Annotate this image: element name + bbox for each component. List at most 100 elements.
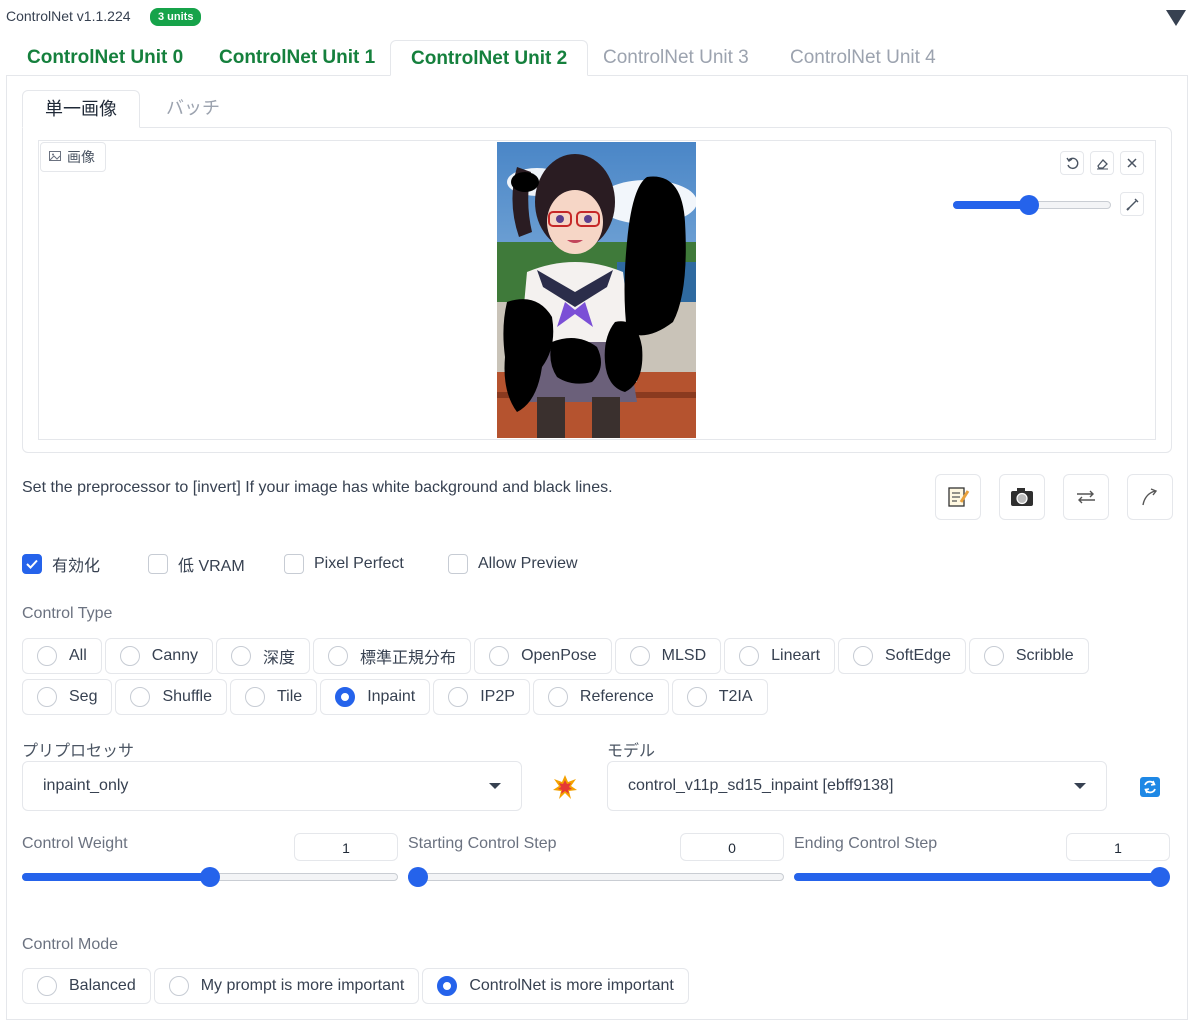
refresh-icon[interactable] xyxy=(1129,766,1171,808)
checkbox-unchecked[interactable] xyxy=(448,554,468,574)
radio-unselected[interactable] xyxy=(629,646,650,666)
close-icon[interactable] xyxy=(1120,151,1144,175)
uploaded-image xyxy=(497,142,696,438)
radio-unselected[interactable] xyxy=(119,646,140,666)
edit-icon[interactable] xyxy=(935,474,981,520)
control-mode-option-label: Balanced xyxy=(69,977,136,994)
slider-thumb[interactable] xyxy=(200,867,220,887)
explode-icon[interactable] xyxy=(544,766,586,808)
model-label: モデル xyxy=(607,743,656,760)
checkbox-unchecked[interactable] xyxy=(284,554,304,574)
brush-icon[interactable] xyxy=(1120,192,1144,216)
camera-icon[interactable] xyxy=(999,474,1045,520)
radio-unselected[interactable] xyxy=(37,976,57,996)
control-type-option[interactable]: Reference xyxy=(532,679,669,715)
control-type-option[interactable]: Shuffle xyxy=(115,679,227,715)
enable-checkbox[interactable]: 有効化 xyxy=(22,553,100,575)
control-type-option[interactable]: Inpaint xyxy=(320,679,431,715)
preprocessor-value: inpaint_only xyxy=(43,777,129,794)
low-vram-label: 低 VRAM xyxy=(178,558,245,575)
control-mode-option-label: My prompt is more important xyxy=(200,977,405,994)
control-type-row-1: All Canny 深度 標準正規分布 OpenPose MLSD Lineart SoftE… xyxy=(22,638,1089,674)
control-type-label: Control Type xyxy=(22,605,113,622)
undo-icon[interactable] xyxy=(1060,151,1084,175)
radio-unselected[interactable] xyxy=(686,687,707,707)
control-mode-option[interactable]: ControlNet is more important xyxy=(422,968,689,1004)
control-type-option-label: OpenPose xyxy=(521,647,597,664)
tab-unit-2[interactable]: ControlNet Unit 2 xyxy=(390,40,589,76)
slider-thumb[interactable] xyxy=(1150,867,1170,887)
ending-step-label: Ending Control Step xyxy=(794,835,938,852)
control-type-option[interactable]: Seg xyxy=(22,679,113,715)
control-mode-option-label: ControlNet is more important xyxy=(469,977,674,994)
pixel-perfect-checkbox[interactable]: Pixel Perfect xyxy=(284,553,404,575)
model-dropdown[interactable]: control_v11p_sd15_inpaint [ebff9138] xyxy=(607,761,1107,811)
preprocessor-dropdown[interactable]: inpaint_only xyxy=(22,761,522,811)
allow-preview-label: Allow Preview xyxy=(478,555,578,572)
collapse-icon[interactable] xyxy=(1166,10,1186,26)
image-label: 画像 xyxy=(40,142,106,172)
radio-unselected[interactable] xyxy=(328,646,349,666)
control-type-option[interactable]: Lineart xyxy=(724,638,836,674)
control-type-option[interactable]: Canny xyxy=(104,638,214,674)
radio-selected[interactable] xyxy=(437,976,458,996)
control-type-option[interactable]: T2IA xyxy=(671,679,768,715)
eraser-icon[interactable] xyxy=(1090,151,1114,175)
checkbox-unchecked[interactable] xyxy=(148,554,168,574)
control-type-option[interactable]: All xyxy=(22,638,102,674)
starting-step-input[interactable]: 0 xyxy=(680,833,784,861)
checkbox-checked[interactable] xyxy=(22,554,42,574)
tab-unit-3[interactable]: ControlNet Unit 3 xyxy=(583,40,769,76)
radio-unselected[interactable] xyxy=(448,687,469,707)
control-type-option-label: Seg xyxy=(69,688,98,705)
control-type-row-2: Seg Shuffle Tile Inpaint IP2P Reference T2IA xyxy=(22,679,768,715)
radio-unselected[interactable] xyxy=(547,687,568,707)
radio-unselected[interactable] xyxy=(231,646,252,666)
pixel-perfect-label: Pixel Perfect xyxy=(314,555,404,572)
allow-preview-checkbox[interactable]: Allow Preview xyxy=(448,553,578,575)
radio-unselected[interactable] xyxy=(245,687,265,707)
control-weight-input[interactable]: 1 xyxy=(294,833,398,861)
radio-unselected[interactable] xyxy=(853,646,874,666)
app-title: ControlNet v1.1.224 xyxy=(6,8,131,24)
control-type-option[interactable]: 深度 xyxy=(216,638,311,674)
control-type-option[interactable]: 標準正規分布 xyxy=(313,638,472,674)
slider-thumb[interactable] xyxy=(408,867,428,887)
preprocessor-label: プリプロセッサ xyxy=(22,743,135,760)
radio-unselected[interactable] xyxy=(37,687,57,707)
ending-step-input[interactable]: 1 xyxy=(1066,833,1170,861)
control-type-option[interactable]: Scribble xyxy=(968,638,1089,674)
radio-unselected[interactable] xyxy=(168,976,189,996)
control-type-option[interactable]: SoftEdge xyxy=(838,638,966,674)
tab-unit-1[interactable]: ControlNet Unit 1 xyxy=(199,40,395,76)
control-type-option-label: Tile xyxy=(277,688,303,705)
control-type-option[interactable]: IP2P xyxy=(433,679,530,715)
radio-unselected[interactable] xyxy=(739,646,760,666)
radio-unselected[interactable] xyxy=(130,687,151,707)
tab-unit-0[interactable]: ControlNet Unit 0 xyxy=(7,40,203,76)
control-type-option-label: IP2P xyxy=(480,688,515,705)
swap-icon[interactable] xyxy=(1063,474,1109,520)
control-type-option-label: Shuffle xyxy=(162,688,212,705)
control-mode-option[interactable]: My prompt is more important xyxy=(153,968,420,1004)
low-vram-checkbox[interactable]: 低 VRAM xyxy=(148,553,245,575)
tab-unit-4[interactable]: ControlNet Unit 4 xyxy=(770,40,956,76)
control-type-option[interactable]: OpenPose xyxy=(474,638,612,674)
send-icon[interactable] xyxy=(1127,474,1173,520)
starting-step-label: Starting Control Step xyxy=(408,835,557,852)
control-type-option[interactable]: Tile xyxy=(230,679,318,715)
radio-selected[interactable] xyxy=(335,687,356,707)
tab-batch[interactable]: バッチ xyxy=(144,90,242,128)
radio-unselected[interactable] xyxy=(489,646,510,666)
preprocessor-hint: Set the preprocessor to [invert] If your… xyxy=(22,479,613,496)
tab-single-image[interactable]: 単一画像 xyxy=(22,90,140,128)
control-type-option-label: MLSD xyxy=(661,647,707,664)
control-mode-option[interactable]: Balanced xyxy=(22,968,151,1004)
control-type-option-label: All xyxy=(69,647,87,664)
control-type-option[interactable]: MLSD xyxy=(614,638,722,674)
control-mode-row: Balanced My prompt is more important Contr… xyxy=(22,968,689,1004)
radio-unselected[interactable] xyxy=(37,646,57,666)
chevron-down-icon xyxy=(1074,783,1086,789)
control-type-option-label: Reference xyxy=(579,688,654,705)
radio-unselected[interactable] xyxy=(983,646,1004,666)
